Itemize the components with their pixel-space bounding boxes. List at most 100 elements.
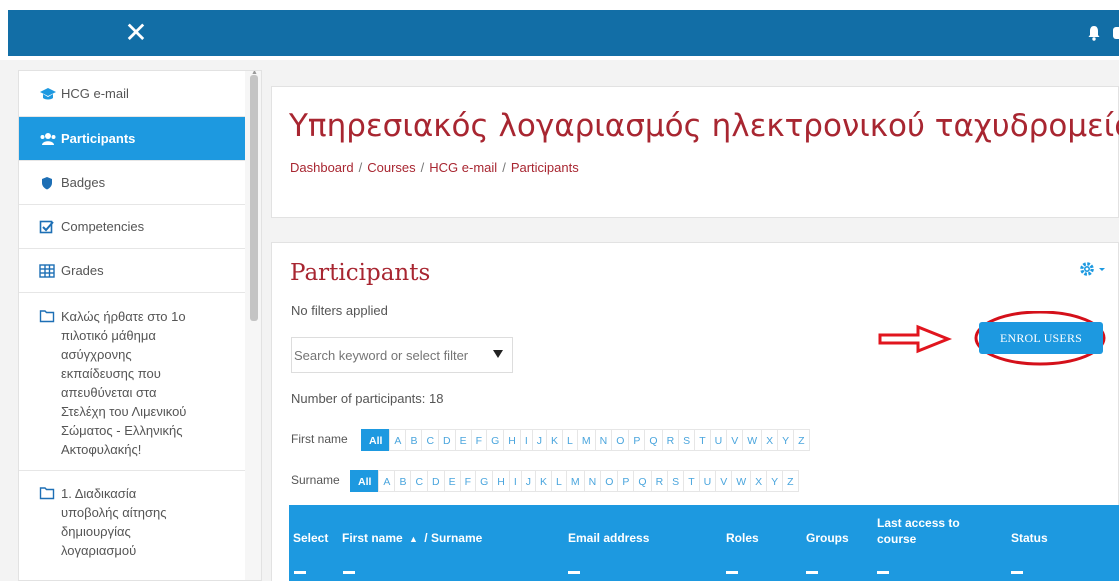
filter-letter[interactable]: U — [709, 429, 728, 451]
filter-letter[interactable]: T — [694, 429, 711, 451]
filter-letter[interactable]: B — [405, 429, 423, 451]
sidebar-item-section-1[interactable]: 1. Διαδικασία υποβολής αίτησης δημιουργί… — [19, 471, 245, 580]
column-first-name[interactable]: First name ▲ / Surname — [342, 531, 482, 545]
collapse-roles-icon[interactable] — [726, 571, 738, 574]
filter-letter[interactable]: L — [562, 429, 578, 451]
collapse-email-icon[interactable] — [568, 571, 580, 574]
filter-letter[interactable]: H — [492, 470, 510, 492]
collapse-last-access-icon[interactable] — [877, 571, 889, 574]
filter-letter[interactable]: Y — [777, 429, 795, 451]
sidebar-scrollbar[interactable]: ▲ — [245, 71, 261, 580]
filter-letter[interactable]: V — [715, 470, 733, 492]
filter-letter[interactable]: A — [378, 470, 396, 492]
collapse-select-icon[interactable] — [294, 571, 306, 574]
filter-letter[interactable]: R — [650, 470, 669, 492]
filter-letter[interactable]: E — [454, 429, 472, 451]
surname-filter: Surname All A B C D E F G H I J K L M N … — [291, 470, 991, 492]
filter-letter[interactable]: U — [698, 470, 717, 492]
filter-letter[interactable]: F — [470, 429, 488, 451]
sidebar-item-label: Καλώς ήρθατε στο 1ο πιλοτικό μάθημα ασύγ… — [61, 307, 236, 459]
filter-letter[interactable]: M — [565, 470, 585, 492]
filter-letter[interactable]: T — [683, 470, 700, 492]
filter-letter[interactable]: Q — [644, 429, 663, 451]
sidebar-item-participants[interactable]: Participants — [19, 117, 245, 161]
sidebar-item-badges[interactable]: Badges — [19, 161, 245, 205]
sidebar-item-hcg-email[interactable]: HCG e-mail — [19, 71, 245, 117]
sidebar: HCG e-mail Participants Badges Competenc… — [18, 70, 262, 581]
collapse-groups-icon[interactable] — [806, 571, 818, 574]
breadcrumb-hcg-email[interactable]: HCG e-mail — [429, 160, 497, 175]
breadcrumb-courses[interactable]: Courses — [367, 160, 415, 175]
breadcrumb-dashboard[interactable]: Dashboard — [290, 160, 354, 175]
checkbox-icon — [39, 220, 54, 234]
user-menu-icon[interactable] — [1113, 27, 1119, 39]
gear-icon[interactable] — [1078, 260, 1108, 278]
page-title: Υπηρεσιακός λογαριασμός ηλεκτρονικού ταχ… — [289, 108, 1119, 144]
dropdown-arrow-icon[interactable] — [493, 350, 503, 358]
filter-letter[interactable]: E — [443, 470, 461, 492]
filter-letter[interactable]: P — [628, 429, 646, 451]
filter-letter[interactable]: G — [486, 429, 505, 451]
filter-letter[interactable]: D — [427, 470, 445, 492]
collapse-name-icon[interactable] — [343, 571, 355, 574]
filter-letter[interactable]: G — [475, 470, 494, 492]
sidebar-item-label: Participants — [61, 131, 136, 146]
search-filter[interactable] — [291, 337, 513, 373]
filter-letter[interactable]: M — [576, 429, 596, 451]
filter-letter[interactable]: X — [750, 470, 768, 492]
filter-letter-all[interactable]: All — [361, 429, 391, 451]
filter-letter[interactable]: K — [535, 470, 553, 492]
sidebar-item-grades[interactable]: Grades — [19, 249, 245, 293]
search-input[interactable] — [294, 340, 482, 370]
scrollbar-thumb[interactable] — [250, 75, 258, 321]
filter-letter[interactable]: S — [678, 429, 696, 451]
filter-letter[interactable]: X — [761, 429, 779, 451]
first-name-letter-bar: All A B C D E F G H I J K L M N O P Q R … — [361, 429, 810, 451]
filter-letter[interactable]: N — [594, 429, 613, 451]
filter-letter[interactable]: H — [503, 429, 521, 451]
label-line: υποβολής αίτησης — [61, 505, 167, 520]
filter-letter[interactable]: K — [546, 429, 564, 451]
filter-letter[interactable]: Y — [766, 470, 784, 492]
sidebar-item-section-welcome[interactable]: Καλώς ήρθατε στο 1ο πιλοτικό μάθημα ασύγ… — [19, 293, 245, 471]
filter-letter[interactable]: C — [421, 429, 440, 451]
label-line: 1. Διαδικασία — [61, 486, 137, 501]
filter-letter[interactable]: C — [410, 470, 429, 492]
filter-letter[interactable]: L — [551, 470, 567, 492]
filter-letter[interactable]: B — [394, 470, 412, 492]
filter-letter[interactable]: O — [600, 470, 619, 492]
enrol-users-button[interactable]: ENROL USERS — [979, 322, 1103, 354]
filter-letter[interactable]: D — [438, 429, 456, 451]
filter-letter[interactable]: Z — [782, 470, 799, 492]
column-first-name-label[interactable]: First name — [342, 531, 403, 545]
filter-letter[interactable]: W — [742, 429, 763, 451]
label-line: Σώματος - Ελληνικής — [61, 423, 183, 438]
filter-letter[interactable]: N — [583, 470, 602, 492]
filter-letter[interactable]: Z — [793, 429, 810, 451]
bell-icon[interactable] — [1087, 25, 1101, 41]
collapse-status-icon[interactable] — [1011, 571, 1023, 574]
filter-letter[interactable]: F — [459, 470, 477, 492]
label-line: δημιουργίας — [61, 524, 131, 539]
filter-letter[interactable]: V — [726, 429, 744, 451]
column-last-access-line[interactable]: course — [877, 531, 960, 547]
breadcrumb-participants[interactable]: Participants — [511, 160, 579, 175]
sidebar-item-competencies[interactable]: Competencies — [19, 205, 245, 249]
filter-letter[interactable]: P — [617, 470, 635, 492]
sort-asc-icon[interactable]: ▲ — [409, 534, 418, 544]
column-select[interactable]: Select — [293, 531, 328, 545]
filter-letter[interactable]: O — [611, 429, 630, 451]
filter-letter[interactable]: S — [667, 470, 685, 492]
filter-letter[interactable]: J — [531, 429, 548, 451]
filter-letter-all[interactable]: All — [350, 470, 380, 492]
column-last-access[interactable]: Last access to course — [877, 515, 960, 547]
filter-letter[interactable]: W — [731, 470, 752, 492]
column-surname-label[interactable]: / Surname — [424, 531, 482, 545]
filter-letter[interactable]: A — [389, 429, 407, 451]
close-icon[interactable]: ✕ — [120, 17, 152, 49]
filter-letter[interactable]: R — [661, 429, 680, 451]
filter-letter[interactable]: J — [520, 470, 537, 492]
column-last-access-line[interactable]: Last access to — [877, 515, 960, 531]
filter-letter[interactable]: Q — [633, 470, 652, 492]
column-email[interactable]: Email address — [568, 531, 649, 545]
